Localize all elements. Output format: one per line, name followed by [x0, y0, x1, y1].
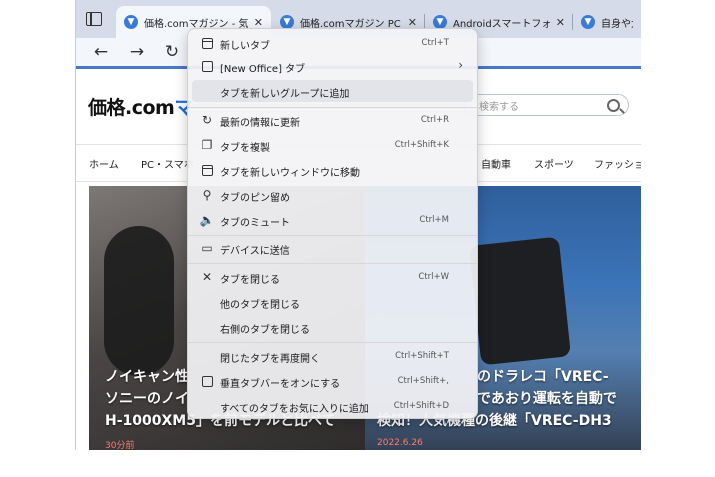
nav-pc-smartphone[interactable]: PC・スマホ	[141, 156, 194, 171]
nav-sports[interactable]: スポーツ	[534, 156, 574, 171]
menu-item-reopen-closed[interactable]: 閉じたタブを再度開く Ctrl+Shift+T	[192, 345, 473, 367]
menu-item-office-tab[interactable]: [New Office] タブ ›	[192, 55, 473, 77]
tab-title: 自身や大切	[601, 18, 633, 30]
kakaku-favicon-icon: ▼	[124, 15, 138, 29]
search-placeholder: 検索する	[479, 101, 519, 113]
nav-car[interactable]: 自動車	[481, 156, 511, 171]
kakaku-favicon-icon: ▼	[433, 15, 447, 29]
tab-close-icon[interactable]: ✕	[254, 16, 263, 29]
menu-item-mute[interactable]: 🔈 タブのミュート Ctrl+M	[192, 209, 473, 231]
menu-item-move-to-window[interactable]: タブを新しいウィンドウに移動	[192, 159, 473, 181]
menu-item-close-others[interactable]: 他のタブを閉じる	[192, 291, 473, 313]
search-input[interactable]: 検索する	[464, 94, 629, 116]
vertical-tabs-icon	[200, 374, 214, 388]
menu-item-duplicate[interactable]: ❐ タブを複製 Ctrl+Shift+K	[192, 134, 473, 156]
tab-close-icon[interactable]: ✕	[408, 16, 417, 29]
menu-item-new-tab[interactable]: 新しいタブ Ctrl+T	[192, 32, 473, 54]
kakaku-favicon-icon: ▼	[581, 15, 595, 29]
kakaku-favicon-icon: ▼	[280, 15, 294, 29]
forward-arrow-icon[interactable]: →	[126, 41, 148, 63]
new-window-icon	[200, 163, 214, 177]
tab-close-icon[interactable]: ✕	[556, 16, 565, 29]
nav-home[interactable]: ホーム	[89, 156, 119, 171]
office-icon	[200, 59, 214, 73]
pin-icon: ⚲	[202, 188, 212, 202]
menu-item-refresh[interactable]: ↻ 最新の情報に更新 Ctrl+R	[192, 109, 473, 131]
reload-icon[interactable]: ↻	[161, 41, 183, 63]
tab-context-menu: 新しいタブ Ctrl+T [New Office] タブ › タブを新しいグルー…	[187, 28, 478, 419]
chevron-right-icon: ›	[458, 58, 463, 72]
new-tab-icon	[200, 36, 214, 50]
menu-item-vertical-tabs[interactable]: 垂直タブバーをオンにする Ctrl+Shift+,	[192, 370, 473, 392]
menu-item-send-to-device[interactable]: ▭ デバイスに送信	[192, 237, 473, 259]
headphone-image	[104, 226, 174, 376]
close-icon: ✕	[201, 270, 213, 284]
menu-item-close-right[interactable]: 右側のタブを閉じる	[192, 316, 473, 338]
tab-actions-icon[interactable]	[86, 12, 102, 26]
devices-icon: ▭	[201, 241, 213, 255]
back-arrow-icon[interactable]: ←	[90, 41, 112, 63]
tab-4[interactable]: ▼ 自身や大切	[573, 6, 641, 38]
article-time: 30分前	[105, 441, 135, 450]
logo-text: 価格.com	[88, 97, 175, 119]
mute-icon: 🔈	[199, 213, 215, 227]
refresh-icon: ↻	[201, 113, 213, 127]
site-logo[interactable]: 価格.comマ	[88, 93, 193, 120]
nav-fashion[interactable]: ファッショ	[594, 156, 641, 171]
article-time: 2022.6.26	[377, 438, 423, 448]
menu-item-add-to-group[interactable]: タブを新しいグループに追加	[192, 80, 473, 102]
menu-item-pin[interactable]: ⚲ タブのピン留め	[192, 184, 473, 206]
menu-item-add-all-favorites[interactable]: すべてのタブをお気に入りに追加 Ctrl+Shift+D	[192, 395, 473, 417]
duplicate-icon: ❐	[201, 138, 213, 152]
search-icon[interactable]	[607, 99, 620, 112]
menu-item-close-tab[interactable]: ✕ タブを閉じる Ctrl+W	[192, 266, 473, 288]
dashcam-image	[468, 236, 572, 366]
